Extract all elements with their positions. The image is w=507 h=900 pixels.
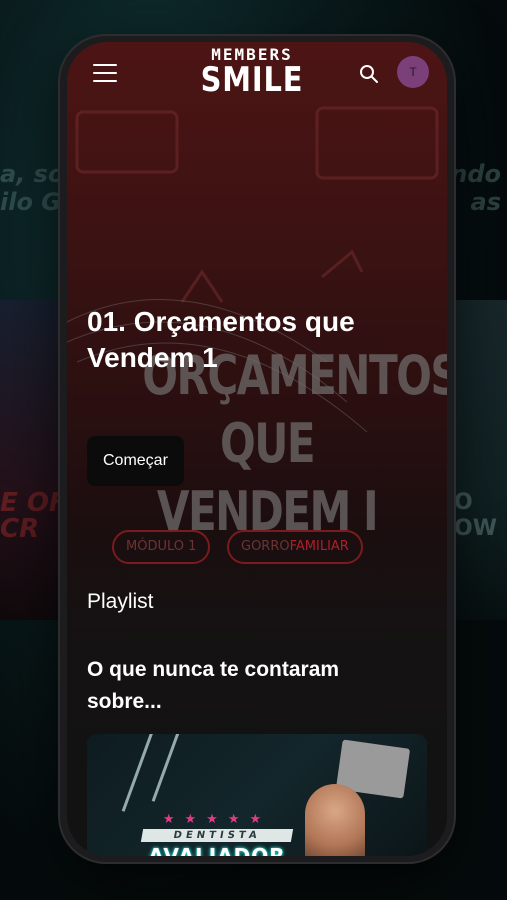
playlist-heading: Playlist — [87, 590, 154, 613]
background-thumbnail-right — [447, 300, 507, 620]
card-badge: ★★★★★ DENTISTA AVALIADOR — [127, 812, 307, 856]
video-card-thumbnail[interactable]: ★★★★★ DENTISTA AVALIADOR — [87, 734, 427, 856]
hero-chip-tag-highlight: FAMILIAR — [289, 539, 349, 554]
hero-chip-module: MÓDULO 1 — [112, 530, 211, 564]
card-big-label: AVALIADOR — [148, 844, 286, 856]
section-title: O que nunca te contaram sobre... — [87, 658, 340, 713]
background-thumbnail-left — [0, 300, 60, 620]
top-app-bar: MEMBERS SMILE T — [67, 42, 447, 120]
avatar[interactable]: T — [397, 56, 429, 88]
card-person-image — [305, 784, 365, 856]
hero-title: 01. Orçamentos que Vendem 1 — [87, 306, 355, 373]
phone-screen: ORÇAMENTOS QUE VENDEM I MÓDULO 1 GORROFA… — [67, 42, 447, 856]
card-decor-line — [121, 734, 156, 812]
menu-icon[interactable] — [93, 64, 117, 84]
phone-frame: ORÇAMENTOS QUE VENDEM I MÓDULO 1 GORROFA… — [60, 36, 454, 862]
hero-chip-tag-label: GORRO — [241, 539, 290, 554]
start-button[interactable]: Começar — [87, 436, 184, 486]
art-frame-left — [75, 110, 179, 174]
art-arrow — [180, 269, 224, 303]
card-small-label: DENTISTA — [140, 829, 294, 842]
hero-chip-tag: GORROFAMILIAR — [227, 530, 363, 564]
card-decor-line — [151, 734, 186, 802]
background-text-lower-right: O OW — [454, 490, 497, 541]
background-text-lower-left: E OF CR — [0, 488, 67, 544]
app-logo[interactable]: MEMBERS SMILE — [177, 47, 327, 100]
stars-icon: ★★★★★ — [162, 812, 272, 827]
logo-main-text: SMILE — [200, 60, 304, 100]
art-arrow-right — [321, 249, 364, 279]
search-icon[interactable] — [359, 64, 379, 84]
